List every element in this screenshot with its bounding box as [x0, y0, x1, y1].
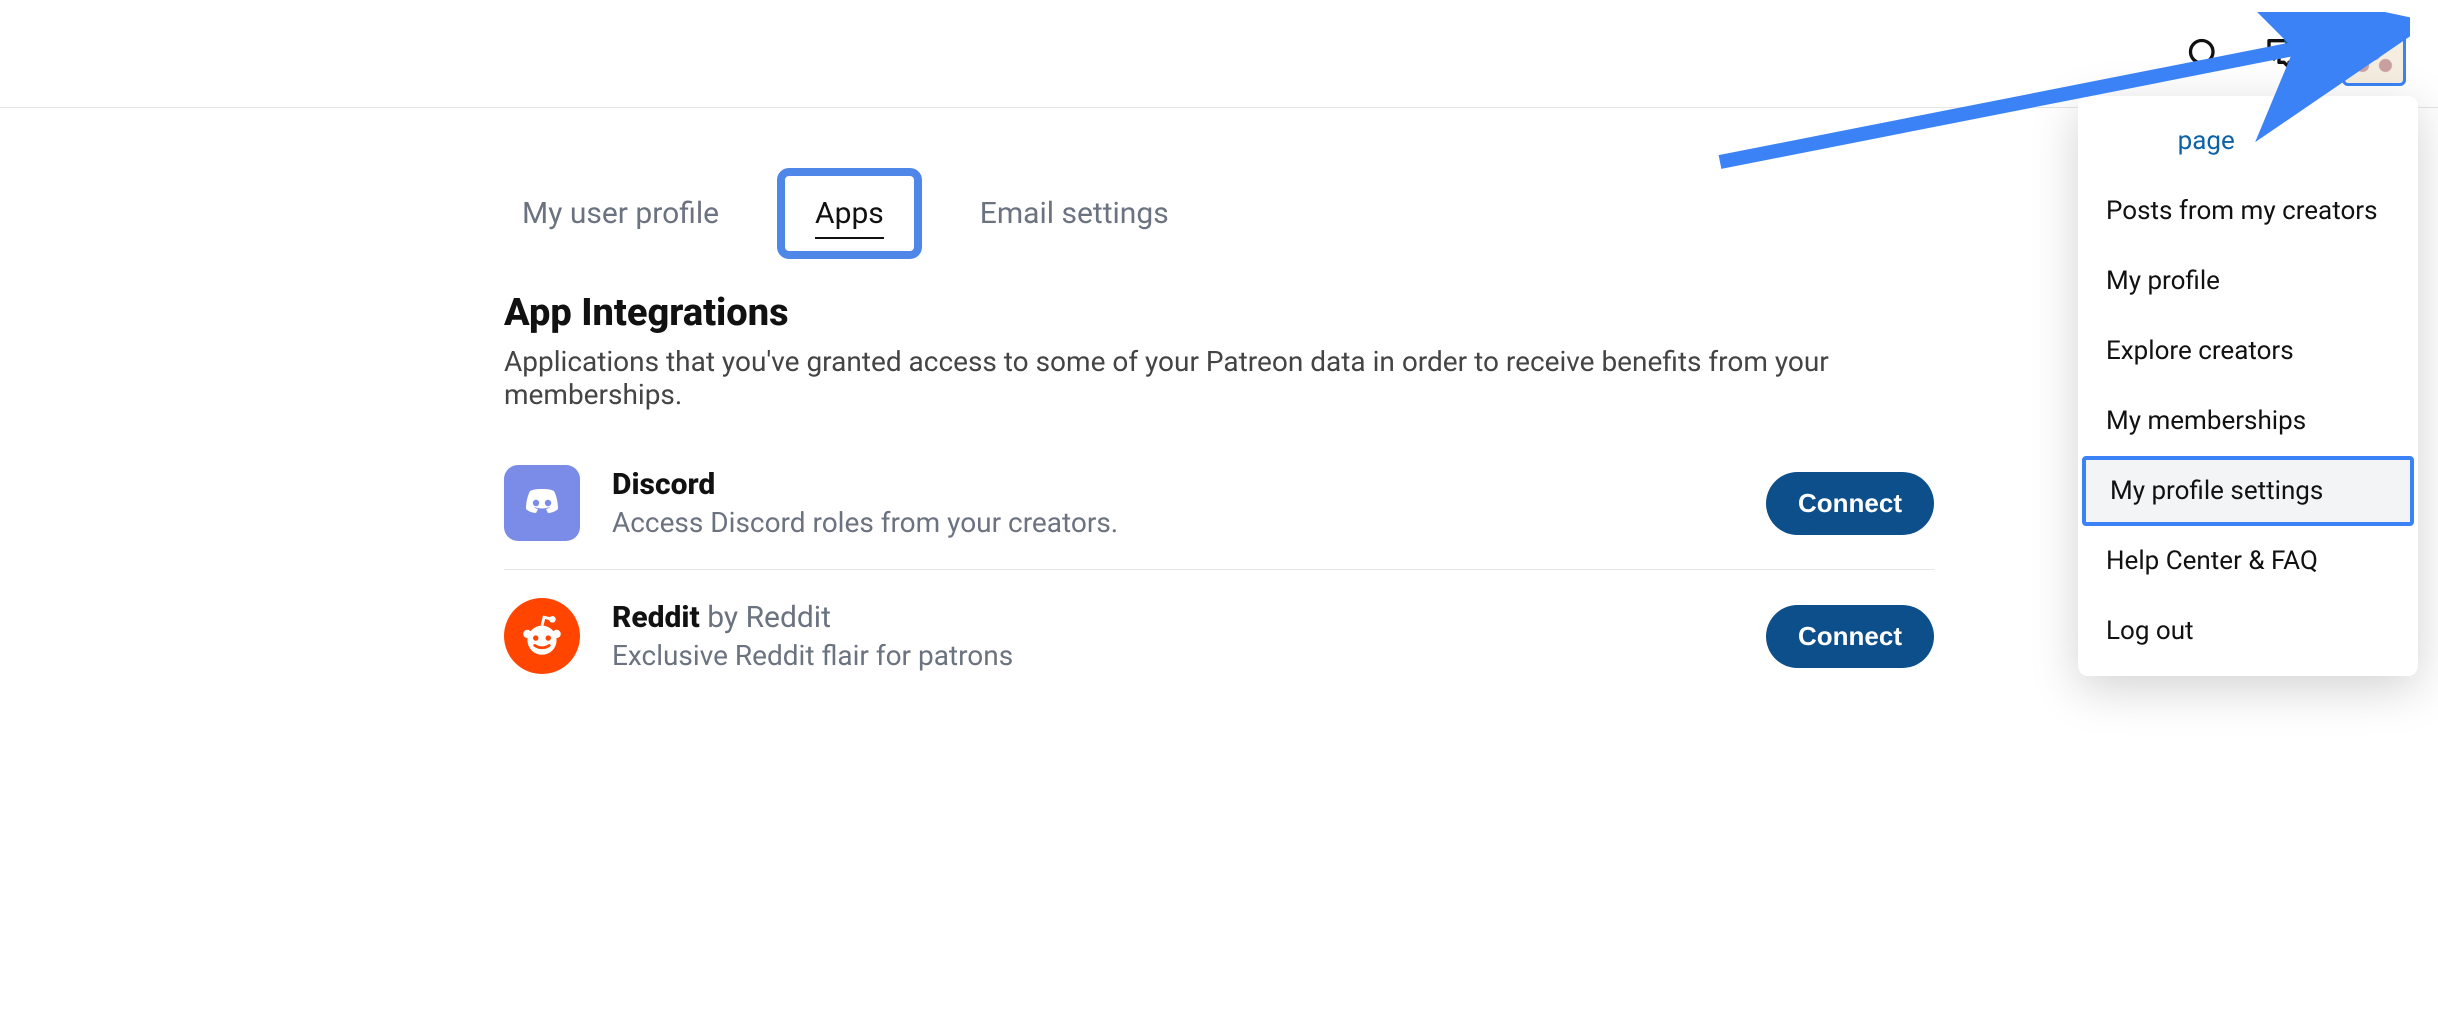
app-text: Reddit by Reddit Exclusive Reddit flair …	[612, 600, 1766, 672]
reddit-icon	[504, 598, 580, 674]
app-description: Exclusive Reddit flair for patrons	[612, 639, 1766, 672]
dropdown-item-settings[interactable]: My profile settings	[2082, 456, 2414, 526]
tab-apps[interactable]: Apps	[777, 168, 922, 259]
topbar: 4	[0, 0, 2438, 108]
main-content: My user profile Apps Email settings App …	[484, 108, 1954, 702]
section-title: App Integrations	[504, 291, 1934, 335]
avatar-image	[2348, 28, 2400, 80]
settings-tabs: My user profile Apps Email settings	[504, 108, 1934, 283]
app-row-discord: Discord Access Discord roles from your c…	[504, 437, 1934, 569]
messages-button[interactable]: 4	[2262, 32, 2306, 76]
search-button[interactable]	[2182, 32, 2226, 76]
dropdown-item-explore[interactable]: Explore creators	[2078, 316, 2418, 386]
app-row-reddit: Reddit by Reddit Exclusive Reddit flair …	[504, 569, 1934, 702]
dropdown-item-page[interactable]: XXXX page	[2078, 106, 2418, 176]
dropdown-item-posts[interactable]: Posts from my creators	[2078, 176, 2418, 246]
connect-button-reddit[interactable]: Connect	[1766, 605, 1934, 668]
tab-email-settings[interactable]: Email settings	[962, 184, 1187, 243]
section-description: Applications that you've granted access …	[504, 345, 1934, 411]
app-name: Reddit by Reddit	[612, 600, 1766, 635]
app-name: Discord	[612, 467, 1766, 502]
app-by: by Reddit	[707, 600, 831, 635]
search-icon	[2186, 36, 2222, 72]
dropdown-item-logout[interactable]: Log out	[2078, 596, 2418, 666]
avatar-button[interactable]	[2342, 22, 2406, 86]
app-description: Access Discord roles from your creators.	[612, 506, 1766, 539]
discord-icon	[504, 465, 580, 541]
connect-button-discord[interactable]: Connect	[1766, 472, 1934, 535]
notification-badge: 4	[2284, 24, 2312, 52]
dropdown-item-memberships[interactable]: My memberships	[2078, 386, 2418, 456]
tab-user-profile[interactable]: My user profile	[504, 184, 737, 243]
dropdown-item-profile[interactable]: My profile	[2078, 246, 2418, 316]
user-dropdown: XXXX page Posts from my creators My prof…	[2078, 96, 2418, 676]
dropdown-item-help[interactable]: Help Center & FAQ	[2078, 526, 2418, 596]
app-text: Discord Access Discord roles from your c…	[612, 467, 1766, 539]
